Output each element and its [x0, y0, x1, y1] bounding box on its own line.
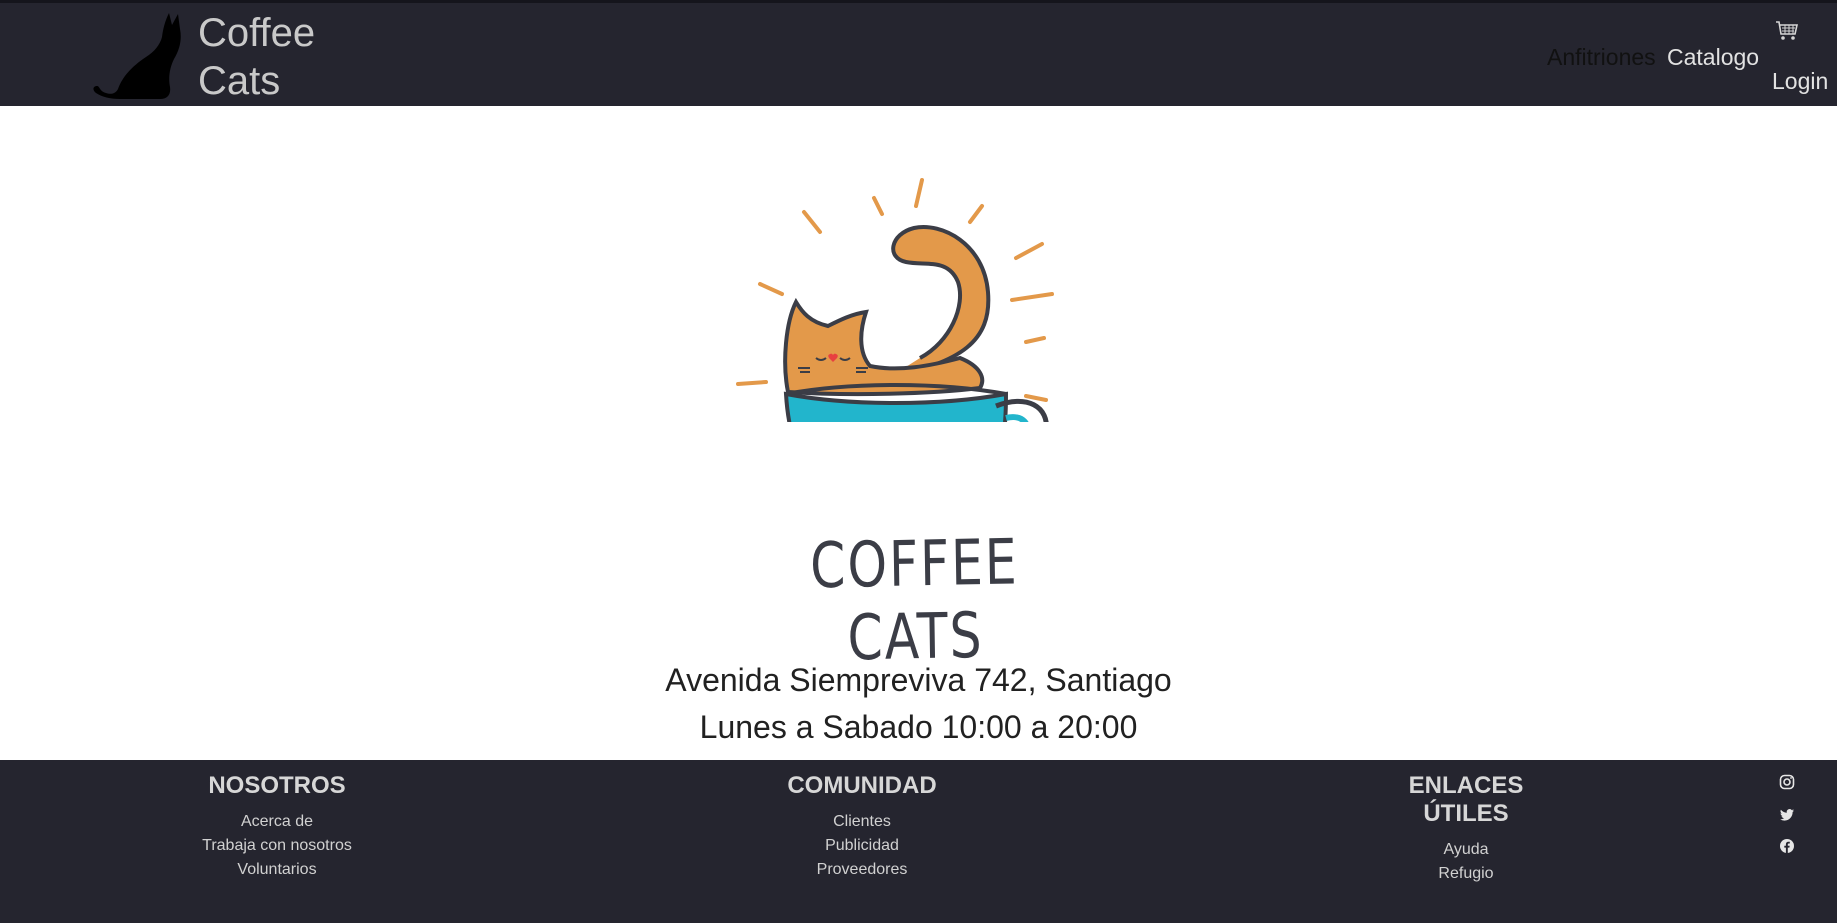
footer-link-acerca-de[interactable]: Acerca de: [177, 810, 377, 834]
footer-heading-nosotros: NOSOTROS: [208, 772, 346, 799]
navbar: Coffee Cats Anfitriones Catalogo Login: [0, 0, 1837, 106]
footer-heading-comunidad: COMUNIDAD: [787, 772, 937, 799]
footer: NOSOTROS Acerca de Trabaja con nosotros …: [0, 760, 1837, 923]
nav-link-catalogo[interactable]: Catalogo: [1667, 44, 1759, 71]
footer-column-nosotros: NOSOTROS Acerca de Trabaja con nosotros …: [177, 772, 377, 882]
brand-title-line1: Coffee: [198, 11, 316, 55]
footer-link-proveedores[interactable]: Proveedores: [762, 858, 962, 882]
nav-link-anfitriones[interactable]: Anfitriones: [1547, 44, 1656, 71]
hero-section: COFFEE CATS Avenida Siempreviva 742, San…: [0, 106, 1837, 760]
coffee-cats-wordmark: COFFEE CATS: [809, 526, 1020, 676]
footer-heading-enlaces-utiles: ENLACES ÚTILES: [1408, 772, 1524, 827]
address-text: Avenida Siempreviva 742, Santiago: [665, 662, 1172, 698]
nav-link-login[interactable]: Login: [1772, 68, 1828, 95]
footer-link-trabaja-con-nosotros[interactable]: Trabaja con nosotros: [177, 834, 377, 858]
cat-in-coffee-cup-logo: [736, 178, 1054, 422]
footer-link-publicidad[interactable]: Publicidad: [762, 834, 962, 858]
brand-title: Coffee Cats: [198, 9, 315, 105]
black-cat-icon: [93, 13, 181, 99]
footer-link-voluntarios[interactable]: Voluntarios: [177, 858, 377, 882]
twitter-icon[interactable]: [1779, 807, 1795, 823]
shopping-cart-icon[interactable]: [1775, 20, 1799, 42]
instagram-icon[interactable]: [1779, 774, 1795, 790]
opening-hours-text: Lunes a Sabado 10:00 a 20:00: [699, 709, 1138, 745]
footer-link-clientes[interactable]: Clientes: [762, 810, 962, 834]
footer-link-ayuda[interactable]: Ayuda: [1366, 838, 1566, 862]
footer-link-refugio[interactable]: Refugio: [1366, 862, 1566, 886]
brand-home-link[interactable]: Coffee Cats: [90, 9, 315, 103]
brand-title-line2: Cats: [198, 59, 281, 103]
footer-column-comunidad: COMUNIDAD Clientes Publicidad Proveedore…: [762, 772, 962, 882]
footer-column-enlaces-utiles: ENLACES ÚTILES Ayuda Refugio: [1366, 772, 1566, 886]
facebook-icon[interactable]: [1779, 838, 1795, 854]
